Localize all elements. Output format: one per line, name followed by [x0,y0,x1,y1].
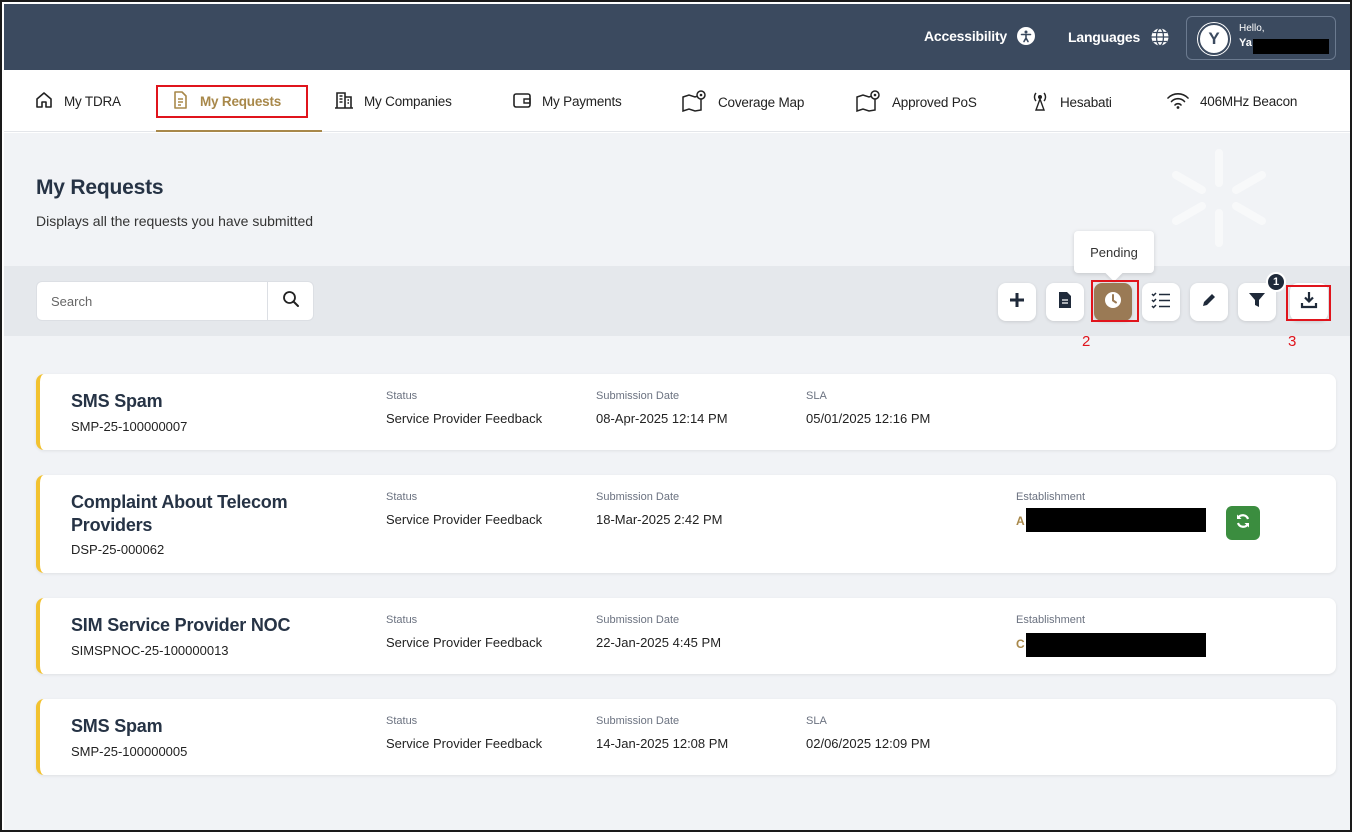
nav-item-my-companies[interactable]: My Companies [334,90,452,113]
refresh-icon [1234,512,1252,535]
checklist-icon [1151,291,1171,314]
nav-label: Approved PoS [892,95,977,110]
wallet-icon [512,90,532,113]
establishment-label: Establishment [1016,614,1086,626]
user-menu[interactable]: Y Hello, Ya [1186,16,1336,60]
sla-label: SLA [806,715,827,727]
wifi-icon [1166,90,1190,113]
edit-button[interactable] [1190,283,1228,321]
accessibility-icon [1017,27,1035,45]
establishment-label: Establishment [1016,491,1086,503]
annotation-box-1 [156,85,308,118]
request-code: SMP-25-100000007 [71,419,188,434]
nav-label: My TDRA [64,94,121,109]
main-content: My Requests Displays all the requests yo… [4,133,1350,830]
submission-date-label: Submission Date [596,390,680,402]
status-label: Status [386,614,418,626]
redacted-establishment [1026,508,1206,532]
status-value: Service Provider Feedback [386,411,543,426]
request-title: SMS Spam [71,391,163,411]
request-card[interactable]: SMS Spam SMP-25-100000005 Status Service… [36,699,1336,775]
globe-icon [1150,27,1170,47]
request-code: SMP-25-100000005 [71,744,188,759]
nav-label: My Companies [364,94,452,109]
greeting-text: Hello, [1239,23,1265,34]
establishment-value: C [1016,637,1025,651]
submission-date-value: 18-Mar-2025 2:42 PM [596,512,723,527]
annotation-number-2: 2 [1082,333,1091,350]
submission-date-value: 14-Jan-2025 12:08 PM [596,736,729,751]
submission-date-value: 08-Apr-2025 12:14 PM [596,411,728,426]
status-value: Service Provider Feedback [386,512,543,527]
search-box [36,281,314,321]
page-subtitle: Displays all the requests you have submi… [36,213,314,229]
request-card[interactable]: SMS Spam SMP-25-100000007 Status Service… [36,374,1336,450]
documents-filter-button[interactable] [1046,283,1084,321]
submission-date-label: Submission Date [596,614,680,626]
languages-label: Languages [1068,29,1141,45]
app-frame: Accessibility Languages Y Hello, Ya My T… [0,0,1352,832]
submission-date-value: 22-Jan-2025 4:45 PM [596,635,722,650]
map-pin-icon [682,90,708,115]
plus-icon [1008,291,1026,314]
nav-label: Hesabati [1060,95,1112,110]
active-tab-underline [156,130,322,132]
redacted-user-name [1253,39,1329,54]
filter-count-badge: 1 [1266,272,1286,292]
request-card[interactable]: SIM Service Provider NOC SIMSPNOC-25-100… [36,598,1336,674]
avatar: Y [1198,23,1230,55]
annotation-box-2 [1091,280,1139,322]
sla-value: 02/06/2025 12:09 PM [806,736,931,751]
sla-label: SLA [806,390,827,402]
request-title: SMS Spam [71,716,163,736]
nav-item-hesabati[interactable]: Hesabati [1030,90,1112,115]
user-name: Ya [1239,37,1252,49]
decorative-star-watermark [1172,149,1266,247]
establishment-value: A [1016,514,1025,528]
status-label: Status [386,491,418,503]
languages-link[interactable]: Languages [1068,27,1170,47]
search-button[interactable] [267,282,313,320]
nav-item-approved-pos[interactable]: Approved PoS [856,90,977,115]
home-icon [34,90,54,113]
accessibility-link[interactable]: Accessibility [924,27,1035,45]
annotation-number-3: 3 [1288,333,1297,350]
nav-item-my-tdra[interactable]: My TDRA [34,90,121,113]
pending-tooltip: Pending [1074,231,1154,273]
nav-item-coverage-map[interactable]: Coverage Map [682,90,804,115]
search-icon [282,290,300,313]
status-value: Service Provider Feedback [386,635,543,650]
redacted-establishment [1026,633,1206,657]
sla-value: 05/01/2025 12:16 PM [806,411,931,426]
add-request-button[interactable] [998,283,1036,321]
search-input[interactable] [37,282,267,320]
nav-item-406mhz-beacon[interactable]: 406MHz Beacon [1166,90,1297,113]
checklist-filter-button[interactable] [1142,283,1180,321]
accessibility-label: Accessibility [924,28,1007,44]
status-value: Service Provider Feedback [386,736,543,751]
pencil-icon [1200,291,1218,314]
top-header: Accessibility Languages Y Hello, Ya [4,4,1350,70]
building-icon [334,90,354,113]
map-pin-icon [856,90,882,115]
antenna-icon [1030,90,1050,115]
submission-date-label: Submission Date [596,491,680,503]
submission-date-label: Submission Date [596,715,680,727]
request-code: SIMSPNOC-25-100000013 [71,643,229,658]
nav-label: 406MHz Beacon [1200,94,1298,109]
request-code: DSP-25-000062 [71,542,165,557]
request-card[interactable]: Complaint About Telecom Providers DSP-25… [36,475,1336,573]
request-title: SIM Service Provider NOC [71,615,291,635]
request-title: Complaint About Telecom Providers [71,492,288,535]
status-label: Status [386,390,418,402]
annotation-box-3 [1286,285,1331,321]
nav-label: Coverage Map [718,95,805,110]
refresh-button[interactable] [1226,506,1260,540]
document-icon [1057,291,1073,314]
nav-label: My Payments [542,94,622,109]
page-title: My Requests [36,176,164,199]
filter-icon [1248,291,1266,314]
status-label: Status [386,715,418,727]
nav-item-my-payments[interactable]: My Payments [512,90,622,113]
